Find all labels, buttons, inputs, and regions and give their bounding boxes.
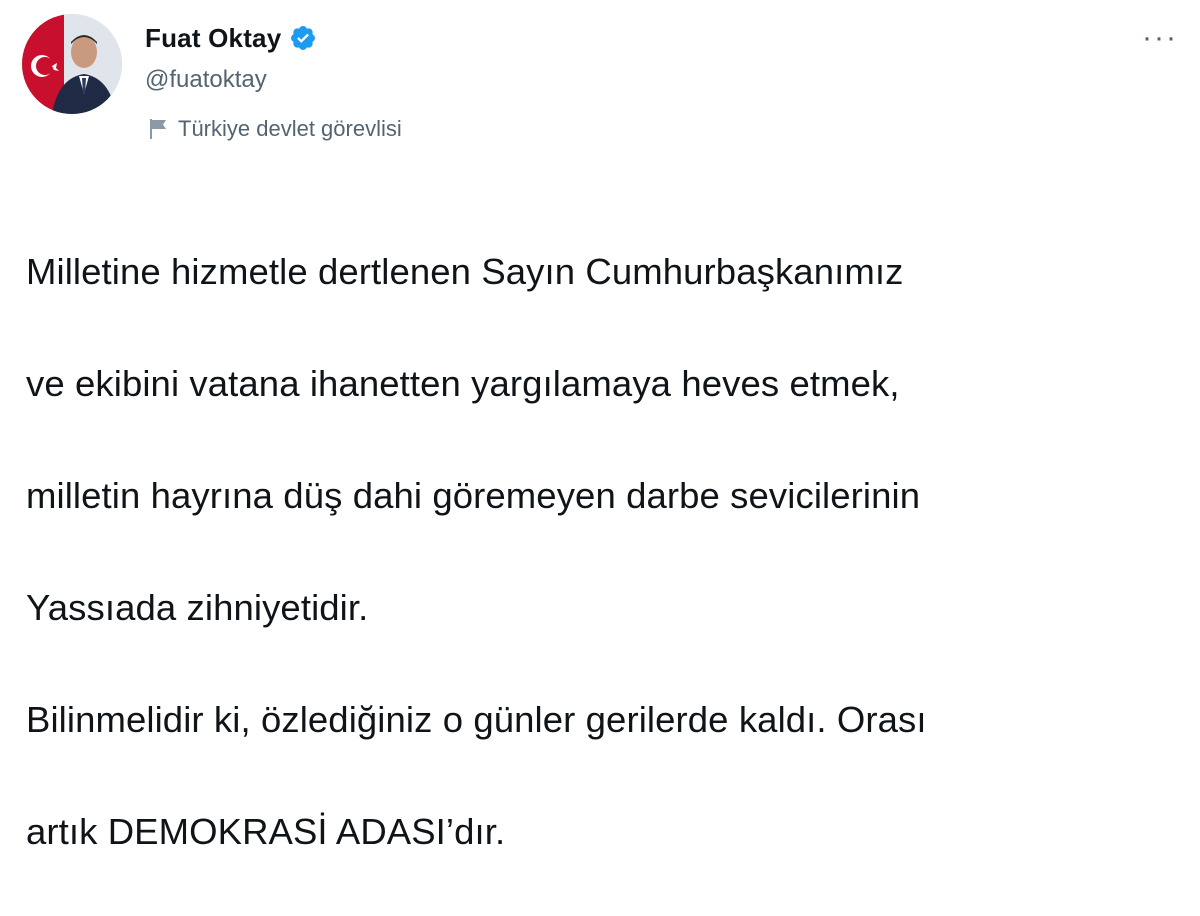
more-options-icon[interactable]: ···	[1142, 23, 1178, 53]
flag-icon	[148, 117, 170, 141]
tweet-text-line: ve ekibini vatana ihanetten yargılamaya …	[26, 363, 900, 404]
author-name-row: Fuat Oktay	[145, 20, 317, 56]
account-label-text: Türkiye devlet görevlisi	[178, 116, 402, 141]
profile-photo	[22, 14, 122, 114]
account-label: Türkiye devlet görevlisi	[148, 112, 402, 146]
tweet-text: Milletine hizmetle dertlenen Sayın Cumhu…	[26, 188, 1186, 916]
verified-badge-icon	[289, 24, 317, 52]
display-name[interactable]: Fuat Oktay	[145, 23, 281, 54]
tweet-card: Fuat Oktay @fuatoktay ··· Türkiye devlet…	[0, 0, 1200, 852]
tweet-text-line: milletin hayrına düş dahi göremeyen darb…	[26, 475, 921, 516]
tweet-text-line: Milletine hizmetle dertlenen Sayın Cumhu…	[26, 251, 904, 292]
tweet-text-line: Yassıada zihniyetidir.	[26, 587, 369, 628]
tweet-text-line: Bilinmelidir ki, özlediğiniz o günler ge…	[26, 699, 927, 740]
user-handle[interactable]: @fuatoktay	[145, 66, 267, 94]
tweet-text-line: artık DEMOKRASİ ADASI’dır.	[26, 811, 506, 852]
avatar[interactable]	[22, 14, 122, 114]
